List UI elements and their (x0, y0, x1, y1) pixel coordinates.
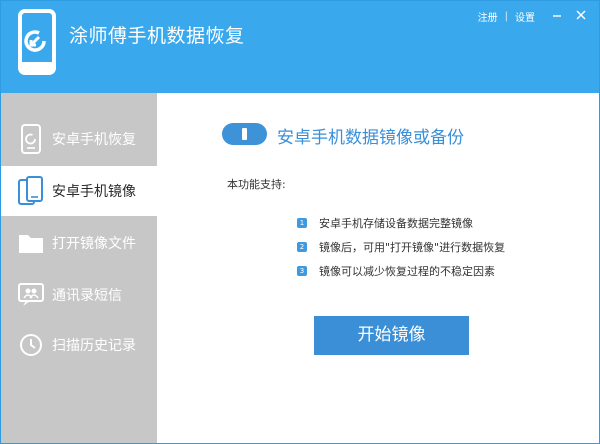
number-badge: 2 (297, 242, 307, 252)
close-button[interactable] (569, 7, 593, 23)
feature-text: 镜像后，可用"打开镜像"进行数据恢复 (319, 241, 506, 254)
list-item: 2 镜像后，可用"打开镜像"进行数据恢复 (297, 235, 505, 259)
minimize-button[interactable] (545, 7, 569, 23)
sidebar: 安卓手机恢复 安卓手机镜像 打开镜像文件 通讯录短信 扫描历史记录 (1, 93, 157, 443)
sidebar-item-label: 打开镜像文件 (52, 236, 136, 252)
info-icon (222, 123, 267, 145)
header: 涂师傅手机数据恢复 注册 | 设置 (1, 1, 599, 93)
features-label: 本功能支持: (227, 178, 286, 191)
sidebar-item-android-recovery[interactable]: 安卓手机恢复 (1, 114, 157, 164)
link-divider: | (504, 11, 508, 22)
close-icon (576, 10, 586, 20)
sidebar-item-contacts-sms[interactable]: 通讯录短信 (1, 270, 157, 320)
phone-mirror-icon (18, 176, 44, 206)
settings-link[interactable]: 设置 (515, 9, 535, 24)
app-title: 涂师傅手机数据恢复 (69, 25, 245, 47)
page-title: 安卓手机数据镜像或备份 (277, 128, 464, 148)
sidebar-item-label: 安卓手机恢复 (52, 132, 136, 148)
register-link[interactable]: 注册 (478, 9, 498, 24)
feature-text: 安卓手机存储设备数据完整镜像 (319, 217, 473, 230)
contacts-icon (18, 280, 44, 310)
number-badge: 3 (297, 266, 307, 276)
sidebar-item-label: 通讯录短信 (52, 288, 122, 304)
main-panel: 安卓手机数据镜像或备份 本功能支持: 1 安卓手机存储设备数据完整镜像 2 镜像… (157, 93, 599, 443)
sidebar-item-scan-history[interactable]: 扫描历史记录 (1, 320, 157, 370)
folder-icon (18, 228, 44, 258)
app-window: 涂师傅手机数据恢复 注册 | 设置 安卓手机恢复 安卓手机镜像 打开镜像文件 通… (0, 0, 600, 444)
logo-phone-icon (18, 9, 56, 75)
list-item: 3 镜像可以减少恢复过程的不稳定因素 (297, 259, 505, 283)
android-phone-icon (18, 124, 44, 154)
sidebar-item-label: 扫描历史记录 (52, 338, 136, 354)
start-mirror-button[interactable]: 开始镜像 (314, 316, 469, 355)
feature-list: 1 安卓手机存储设备数据完整镜像 2 镜像后，可用"打开镜像"进行数据恢复 3 … (297, 211, 505, 283)
sidebar-item-label: 安卓手机镜像 (52, 184, 136, 200)
sidebar-item-android-mirror[interactable]: 安卓手机镜像 (1, 166, 157, 216)
top-links: 注册 | 设置 (478, 9, 535, 24)
feature-text: 镜像可以减少恢复过程的不稳定因素 (319, 265, 495, 278)
window-controls (545, 7, 593, 23)
minimize-icon (553, 15, 561, 17)
list-item: 1 安卓手机存储设备数据完整镜像 (297, 211, 505, 235)
sidebar-item-open-mirror-file[interactable]: 打开镜像文件 (1, 218, 157, 268)
number-badge: 1 (297, 218, 307, 228)
clock-icon (18, 330, 44, 360)
